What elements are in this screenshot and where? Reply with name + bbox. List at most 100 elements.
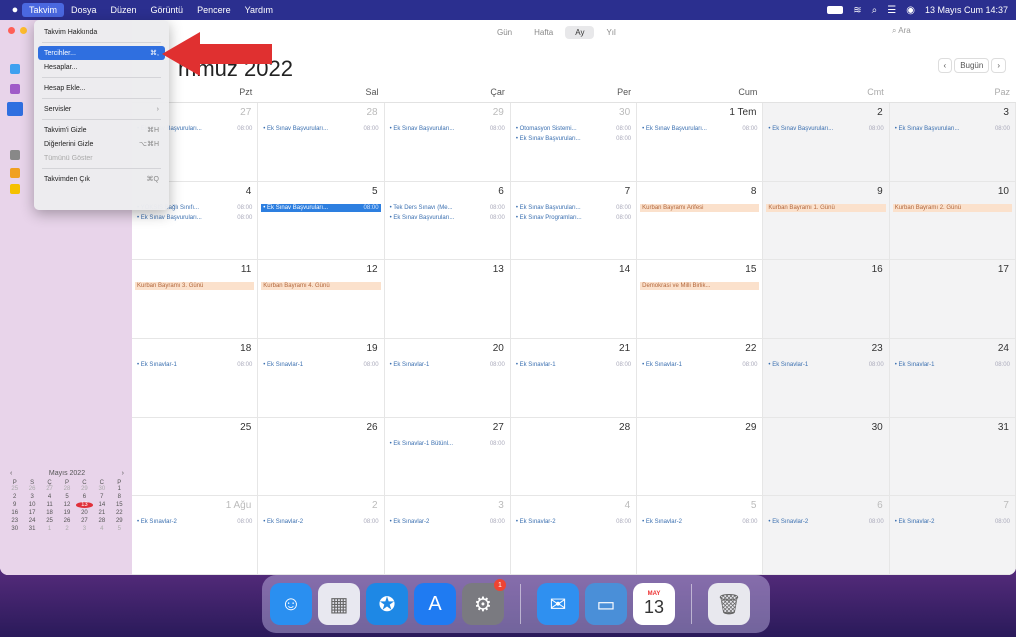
calendar-event[interactable]: • Ek Sınav Başvuruları... 08:00 [135, 214, 254, 222]
day-cell[interactable]: 10 Kurban Bayramı 2. Günü [889, 181, 1016, 261]
day-cell[interactable]: 30 • Otomasyon Sistemi... 08:00 • Ek Sınav … [510, 103, 638, 182]
menu-item[interactable]: Servisler › [38, 102, 165, 116]
day-cell[interactable]: 31 [889, 417, 1016, 497]
day-cell[interactable]: 5 • Ek Sınav Başvuruları... 08:00 [258, 181, 385, 261]
calendar-event[interactable]: • Ek Sınavlar-2 08:00 [766, 518, 885, 526]
calendar-event[interactable]: • Ek Sınavlar-2 08:00 [514, 518, 633, 526]
mini-day[interactable]: 7 [93, 494, 110, 500]
finder-icon[interactable]: ☺ [270, 583, 312, 625]
calendar-event[interactable]: • Ek Sınav Başvuruları... 08:00 [640, 125, 759, 133]
day-cell[interactable]: 13 [384, 260, 511, 339]
calendar-event[interactable]: • Ek Sınavlar-1 08:00 [640, 361, 759, 369]
day-cell[interactable]: 30 [763, 417, 890, 497]
calendar-event[interactable]: • Ek Sınav Başvuruları... 08:00 [514, 204, 633, 212]
mini-day[interactable]: 24 [23, 518, 40, 524]
day-cell[interactable]: 27 • Ek Sınavlar-1 Bütünl... 08:00 [384, 417, 511, 497]
calendar-color-swatch[interactable] [10, 84, 20, 94]
calendar-color-swatch[interactable] [10, 150, 20, 160]
calendar-event[interactable]: • Ek Sınav Başvuruları... 08:00 [514, 135, 633, 143]
calendar-event[interactable]: • Ek Sınavlar-1 08:00 [766, 361, 885, 369]
day-cell[interactable]: 3 • Ek Sınavlar-2 08:00 [384, 496, 511, 575]
calendar-event[interactable]: Kurban Bayramı 3. Günü [135, 282, 255, 291]
calendar-event[interactable]: • Ek Sınavlar-2 08:00 [135, 518, 254, 526]
mini-day[interactable]: 6 [76, 494, 93, 500]
menubar-item[interactable]: Görüntü [144, 3, 191, 17]
day-cell[interactable]: 29 [637, 417, 764, 497]
mini-day[interactable]: 1 [111, 486, 128, 492]
mini-day[interactable]: 2 [6, 494, 23, 500]
mini-day[interactable]: 12 [58, 502, 75, 508]
battery-icon[interactable] [827, 6, 844, 14]
view-tab[interactable]: Ay [565, 26, 595, 39]
siri-icon[interactable]: ◉ [906, 5, 915, 16]
day-cell[interactable]: 11 Kurban Bayramı 3. Günü [132, 260, 259, 339]
day-cell[interactable]: 19 • Ek Sınavlar-1 08:00 [258, 338, 385, 418]
day-cell[interactable]: 18 • Ek Sınavlar-1 08:00 [132, 338, 259, 418]
day-cell[interactable]: 1 Tem • Ek Sınav Başvuruları... 08:00 [637, 103, 764, 182]
mini-day[interactable]: 15 [111, 502, 128, 508]
mini-day[interactable]: 28 [58, 486, 75, 492]
day-cell[interactable]: 24 • Ek Sınavlar-1 08:00 [889, 338, 1016, 418]
app-store-icon[interactable]: A [414, 583, 456, 625]
day-cell[interactable]: 12 Kurban Bayramı 4. Günü [258, 260, 385, 339]
menubar-item[interactable]: Yardım [238, 3, 280, 17]
mail-icon[interactable]: ✉ [537, 583, 579, 625]
calendar-event[interactable]: • Ek Sınav Başvuruları... 08:00 [261, 203, 381, 212]
mini-day[interactable]: 26 [23, 486, 40, 492]
apple-logo-icon[interactable]: ● [8, 4, 22, 16]
calendar-event[interactable]: • Ek Sınav Programları... 08:00 [514, 214, 633, 222]
day-cell[interactable]: 7 • Ek Sınav Başvuruları... 08:00 • Ek Sına… [510, 181, 638, 261]
day-cell[interactable]: 25 [132, 417, 259, 497]
mini-day[interactable]: 10 [23, 502, 40, 508]
calendar-event[interactable]: • Ek Sınavlar-1 08:00 [388, 361, 507, 369]
mini-day[interactable]: 9 [6, 502, 23, 508]
calendar-event[interactable]: • Ek Sınav Başvuruları... 08:00 [893, 125, 1012, 133]
day-cell[interactable]: 2 • Ek Sınav Başvuruları... 08:00 [763, 103, 890, 182]
day-cell[interactable]: 8 Kurban Bayramı Arifesi [637, 181, 764, 261]
previous-month-button[interactable]: ‹ [937, 58, 953, 73]
trash-icon[interactable]: 🗑 [708, 583, 750, 625]
day-cell[interactable]: 5 • Ek Sınavlar-2 08:00 [637, 496, 764, 575]
day-cell[interactable]: 21 • Ek Sınavlar-1 08:00 [510, 338, 638, 418]
view-tab[interactable]: Gün [487, 26, 522, 39]
calendar-event[interactable]: Kurban Bayramı 1. Günü [766, 203, 886, 212]
mini-day[interactable]: 29 [76, 486, 93, 492]
today-button[interactable]: Bugün [954, 58, 990, 73]
menubar-item[interactable]: Takvim [22, 3, 65, 17]
preview-icon[interactable]: ▭ [585, 583, 627, 625]
calendar-event[interactable]: • Ek Sınavlar-1 08:00 [514, 361, 633, 369]
day-cell[interactable]: 28 • Ek Sınav Başvuruları... 08:00 [258, 103, 385, 182]
calendar-event[interactable]: • Ek Sınavlar-1 08:00 [261, 361, 380, 369]
calendar-color-swatch[interactable] [10, 64, 20, 74]
mini-day[interactable]: 4 [93, 526, 110, 532]
menu-item[interactable]: Hesaplar... [38, 60, 165, 74]
mini-day[interactable]: 30 [6, 526, 23, 532]
day-cell[interactable]: 17 [889, 260, 1016, 339]
day-cell[interactable]: 2 • Ek Sınavlar-2 08:00 [258, 496, 385, 575]
search-icon[interactable]: ⌕ [872, 5, 878, 16]
mini-day[interactable]: 3 [76, 526, 93, 532]
menubar-item[interactable]: Düzen [104, 3, 144, 17]
calendar-event[interactable]: Kurban Bayramı 2. Günü [892, 203, 1012, 212]
calendar-event[interactable]: • Ek Sınavlar-2 08:00 [640, 518, 759, 526]
mini-day[interactable]: 25 [6, 486, 23, 492]
calendar-event[interactable]: • Ek Sınav Başvuruları... 08:00 [766, 125, 885, 133]
search-field[interactable]: ⌕ Ara [892, 26, 1002, 36]
calendar-event[interactable]: • Ek Sınav Başvuruları... 08:00 [388, 125, 507, 133]
day-cell[interactable]: 3 • Ek Sınav Başvuruları... 08:00 [889, 103, 1016, 182]
calendar-event[interactable]: • Ek Sınavlar-1 08:00 [135, 361, 254, 369]
mini-day[interactable]: 14 [93, 502, 110, 508]
mini-day[interactable]: 3 [23, 494, 40, 500]
mini-next-button[interactable]: › [122, 470, 124, 477]
day-cell[interactable]: 29 • Ek Sınav Başvuruları... 08:00 [384, 103, 511, 182]
mini-day[interactable]: 11 [41, 502, 58, 508]
menu-item[interactable]: Hesap Ekle... [38, 81, 165, 95]
day-cell[interactable]: 14 [510, 260, 638, 339]
calendar-event[interactable]: • Otomasyon Sistemi... 08:00 [514, 125, 633, 133]
mini-day[interactable]: 17 [23, 510, 40, 516]
calendar-color-swatch[interactable] [10, 184, 20, 194]
mini-day[interactable]: 23 [6, 518, 23, 524]
close-window-button[interactable] [8, 27, 15, 34]
safari-icon[interactable]: ✪ [366, 583, 408, 625]
mini-prev-button[interactable]: ‹ [10, 470, 12, 477]
